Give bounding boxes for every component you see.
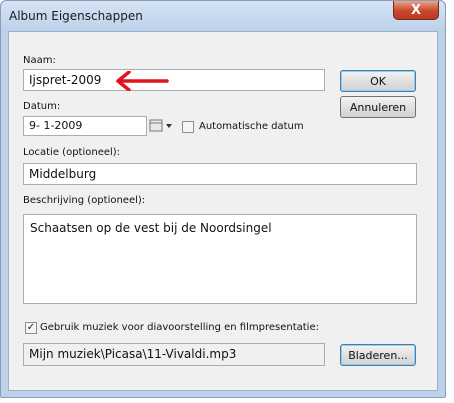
auto-date-checkbox[interactable] bbox=[182, 121, 194, 133]
annotation-arrow-icon bbox=[116, 71, 169, 91]
name-input[interactable]: Ijspret-2009 bbox=[23, 69, 325, 91]
date-picker-button[interactable] bbox=[149, 119, 175, 133]
auto-date-label: Automatische datum bbox=[199, 121, 304, 132]
description-textarea[interactable]: Schaatsen op de vest bij de Noordsingel bbox=[23, 214, 417, 304]
close-button[interactable]: X bbox=[393, 1, 439, 20]
date-input[interactable]: 9- 1-2009 bbox=[23, 116, 147, 136]
album-properties-dialog: Album Eigenschappen X Naam: Ijspret-2009… bbox=[0, 0, 446, 398]
name-label: Naam: bbox=[23, 55, 56, 66]
title-bar: Album Eigenschappen X bbox=[1, 1, 445, 31]
description-label: Beschrijving (optioneel): bbox=[23, 195, 146, 206]
date-label: Datum: bbox=[23, 101, 61, 112]
location-input[interactable]: Middelburg bbox=[23, 163, 417, 185]
use-music-checkbox[interactable]: ✓ bbox=[25, 322, 37, 334]
ok-button[interactable]: OK bbox=[340, 70, 416, 92]
calendar-dropdown-icon bbox=[149, 119, 172, 132]
location-label: Locatie (optioneel): bbox=[23, 147, 121, 158]
window-title: Album Eigenschappen bbox=[9, 9, 143, 23]
close-icon: X bbox=[410, 2, 422, 18]
checkmark-icon: ✓ bbox=[26, 322, 36, 333]
dialog-body: Naam: Ijspret-2009 OK Annuleren Datum: 9… bbox=[8, 31, 438, 391]
use-music-label: Gebruik muziek voor diavoorstelling en f… bbox=[40, 322, 319, 333]
cancel-button[interactable]: Annuleren bbox=[340, 96, 416, 118]
browse-button[interactable]: Bladeren... bbox=[340, 344, 416, 366]
music-file-field: Mijn muziek\Picasa\11-Vivaldi.mp3 bbox=[23, 343, 325, 366]
